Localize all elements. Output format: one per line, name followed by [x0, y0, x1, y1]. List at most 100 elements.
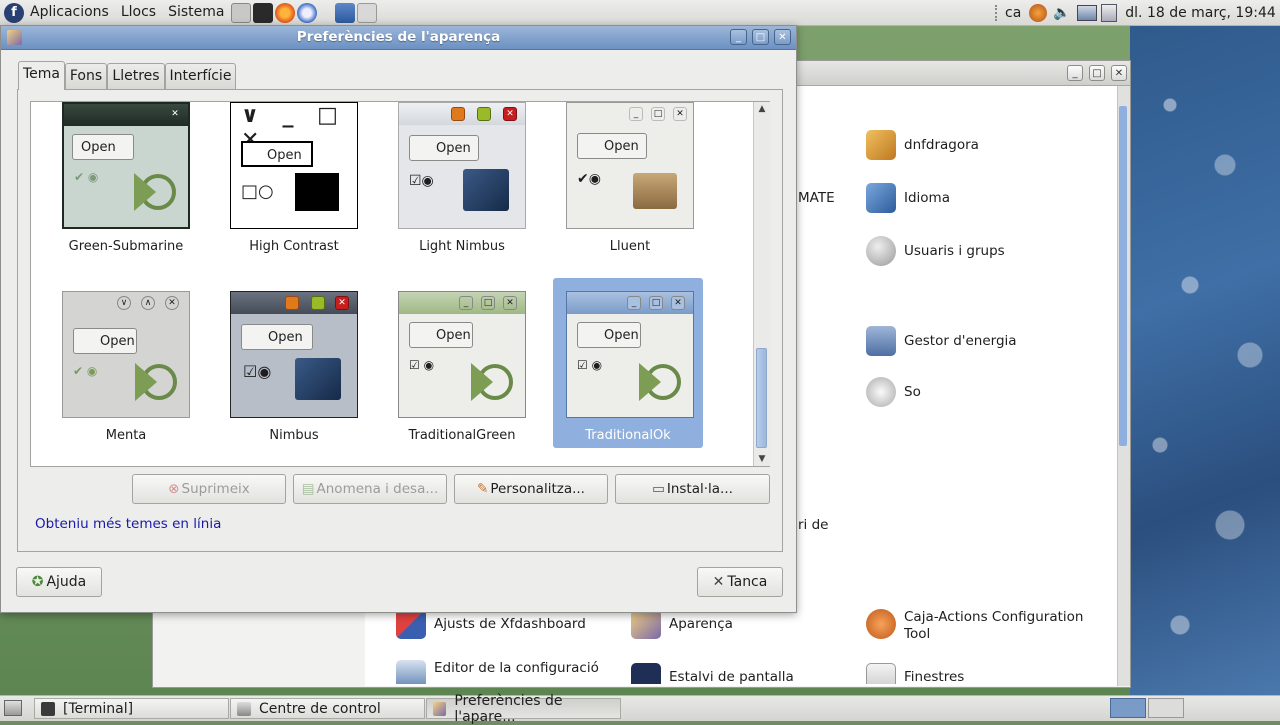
tab-background[interactable]: Fons	[65, 63, 107, 89]
terminal-launcher-icon[interactable]	[253, 2, 274, 23]
speaker-icon	[866, 377, 896, 407]
folder-icon	[633, 173, 677, 209]
clock[interactable]: dl. 18 de març, 19:44	[1125, 5, 1276, 21]
theme-preview: ∨ _ □ ✕ Open □○	[230, 102, 358, 229]
dialog-titlebar[interactable]: Preferències de l'aparença _ □ ✕	[1, 26, 796, 50]
scroll-thumb[interactable]	[756, 348, 767, 448]
preview-maximize-icon	[311, 296, 325, 310]
cc-item-screensaver[interactable]: Estalvi de pantalla	[631, 663, 794, 684]
tab-theme[interactable]: Tema	[18, 61, 65, 90]
cc-item-language[interactable]: Idioma	[866, 183, 950, 213]
show-desktop-icon[interactable]	[4, 700, 22, 716]
theme-preview: _ □ ✕ Open ☑ ◉	[566, 291, 694, 418]
preview-check-icon: ✔ ◉	[73, 364, 98, 378]
theme-high-contrast[interactable]: ∨ _ □ ✕ Open □○ High Contrast	[219, 100, 369, 270]
menu-places[interactable]: Llocs	[115, 0, 162, 25]
control-center-scrollbar[interactable]	[1117, 86, 1130, 686]
folder-icon	[295, 173, 339, 211]
preview-open-button: Open	[72, 134, 134, 160]
customize-button[interactable]: ✎ Personalitza...	[454, 474, 608, 504]
dialog-minimize-button[interactable]: _	[730, 29, 747, 45]
taskbar-appearance-preferences[interactable]: Preferències de l'apare...	[426, 693, 621, 725]
preview-check-icon: ☑◉	[409, 173, 434, 189]
theme-preview: ✕ Open ☑◉	[398, 102, 526, 229]
window-icon	[866, 663, 896, 684]
cc-item-xfdashboard[interactable]: Ajusts de Xfdashboard	[396, 609, 586, 639]
cc-close-button[interactable]: ✕	[1111, 65, 1127, 81]
play-logo-icon	[471, 363, 513, 401]
cc-maximize-button[interactable]: □	[1089, 65, 1105, 81]
network-launcher-icon[interactable]	[357, 2, 378, 23]
close-button[interactable]: ✕ Tanca	[697, 567, 783, 597]
folder-open-icon: ▭	[652, 481, 665, 497]
theme-list-scrollbar[interactable]: ▲ ▼	[753, 102, 770, 466]
workspace-switcher[interactable]	[1110, 698, 1146, 718]
cc-item-windows[interactable]: Finestres	[866, 663, 964, 684]
battery-icon	[866, 326, 896, 356]
preview-check-icon: ☑ ◉	[577, 358, 603, 372]
film-icon	[463, 169, 509, 211]
theme-traditional-green[interactable]: _ □ ✕ Open ☑ ◉ TraditionalGreen	[387, 289, 537, 459]
cc-item-dnfdragora[interactable]: dnfdragora	[866, 130, 979, 160]
taskbar-control-center[interactable]: Centre de control	[230, 698, 425, 719]
theme-nimbus[interactable]: ✕ Open ☑◉ Nimbus	[219, 289, 369, 459]
cc-minimize-button[interactable]: _	[1067, 65, 1083, 81]
control-center-icon	[237, 701, 251, 716]
cc-item-users-groups[interactable]: Usuaris i grups	[866, 236, 1005, 266]
scroll-up-icon[interactable]: ▲	[754, 102, 770, 116]
theme-name: Lluent	[609, 239, 651, 254]
install-button[interactable]: ▭ Instal·la...	[615, 474, 770, 504]
flag-icon	[866, 183, 896, 213]
theme-lluent[interactable]: _ □ ✕ Open ✔◉ Lluent	[555, 100, 705, 270]
update-notifier-icon[interactable]	[1029, 3, 1048, 22]
volume-icon[interactable]: 🔈	[1053, 5, 1071, 21]
cc-scroll-thumb[interactable]	[1119, 106, 1127, 446]
dialog-close-button[interactable]: ✕	[774, 29, 791, 45]
theme-green-submarine[interactable]: ✕ Open ✔ ◉ Green-Submarine	[51, 100, 201, 270]
preview-check-icon: ☑ ◉	[409, 358, 435, 372]
workspace-switcher-2[interactable]	[1148, 698, 1184, 718]
package-icon	[866, 130, 896, 160]
preview-close-icon: ✕	[335, 296, 349, 310]
calculator-launcher-icon[interactable]	[231, 2, 252, 23]
tab-fonts[interactable]: Lletres	[107, 63, 165, 89]
cc-item-config-editor[interactable]: Editor de la configuració	[396, 660, 599, 684]
theme-traditional-ok[interactable]: _ □ ✕ Open ☑ ◉ TraditionalOk	[553, 278, 703, 448]
tab-interface[interactable]: Interfície	[165, 63, 236, 89]
thunderbird-launcher-icon[interactable]	[297, 2, 318, 23]
scroll-down-icon[interactable]: ▼	[754, 452, 770, 466]
dialog-maximize-button[interactable]: □	[752, 29, 769, 45]
preview-close-icon: ✕	[673, 107, 687, 121]
preview-open-button: Open	[73, 328, 137, 354]
delete-button[interactable]: ⊗ Suprimeix	[132, 474, 286, 504]
appearance-preferences-dialog: Preferències de l'aparença _ □ ✕ Tema Fo…	[0, 25, 797, 613]
cc-partial-text-mate: MATE	[798, 190, 835, 206]
preview-close-icon: ✕	[503, 107, 517, 121]
help-button[interactable]: ✪ Ajuda	[16, 567, 102, 597]
firefox-launcher-icon[interactable]	[275, 2, 296, 23]
theme-light-nimbus[interactable]: ✕ Open ☑◉ Light Nimbus	[387, 100, 537, 270]
keyboard-layout[interactable]: ca	[1005, 5, 1021, 21]
save-as-button[interactable]: ▤ Anomena i desa...	[293, 474, 447, 504]
theme-preview: _ □ ✕ Open ☑ ◉	[398, 291, 526, 418]
cc-item-sound[interactable]: So	[866, 377, 921, 407]
battery-tray-icon[interactable]	[1101, 3, 1118, 22]
screenshot-launcher-icon[interactable]	[335, 2, 356, 23]
network-tray-icon[interactable]	[1077, 4, 1098, 21]
menu-applications[interactable]: Aplicacions	[24, 0, 115, 25]
theme-menta[interactable]: ∨ ∧ ✕ Open ✔ ◉ Menta	[51, 289, 201, 459]
cc-item-appearance[interactable]: Aparença	[631, 609, 733, 639]
taskbar-terminal[interactable]: [Terminal]	[34, 698, 229, 719]
more-themes-online-link[interactable]: Obteniu més temes en línia	[35, 516, 221, 532]
theme-name: High Contrast	[249, 239, 339, 254]
fedora-logo-icon[interactable]: f	[4, 2, 24, 23]
theme-name: Nimbus	[269, 428, 319, 443]
editor-icon	[396, 660, 426, 684]
preview-minimize-icon: _	[459, 296, 473, 310]
cc-item-power-manager[interactable]: Gestor d'energia	[866, 326, 1017, 356]
theme-name: Menta	[105, 428, 147, 443]
preview-maximize-icon: □	[651, 107, 665, 121]
save-icon: ▤	[301, 481, 315, 497]
menu-system[interactable]: Sistema	[162, 0, 230, 25]
cc-item-caja-actions[interactable]: Caja-Actions Configuration Tool	[866, 609, 1096, 643]
